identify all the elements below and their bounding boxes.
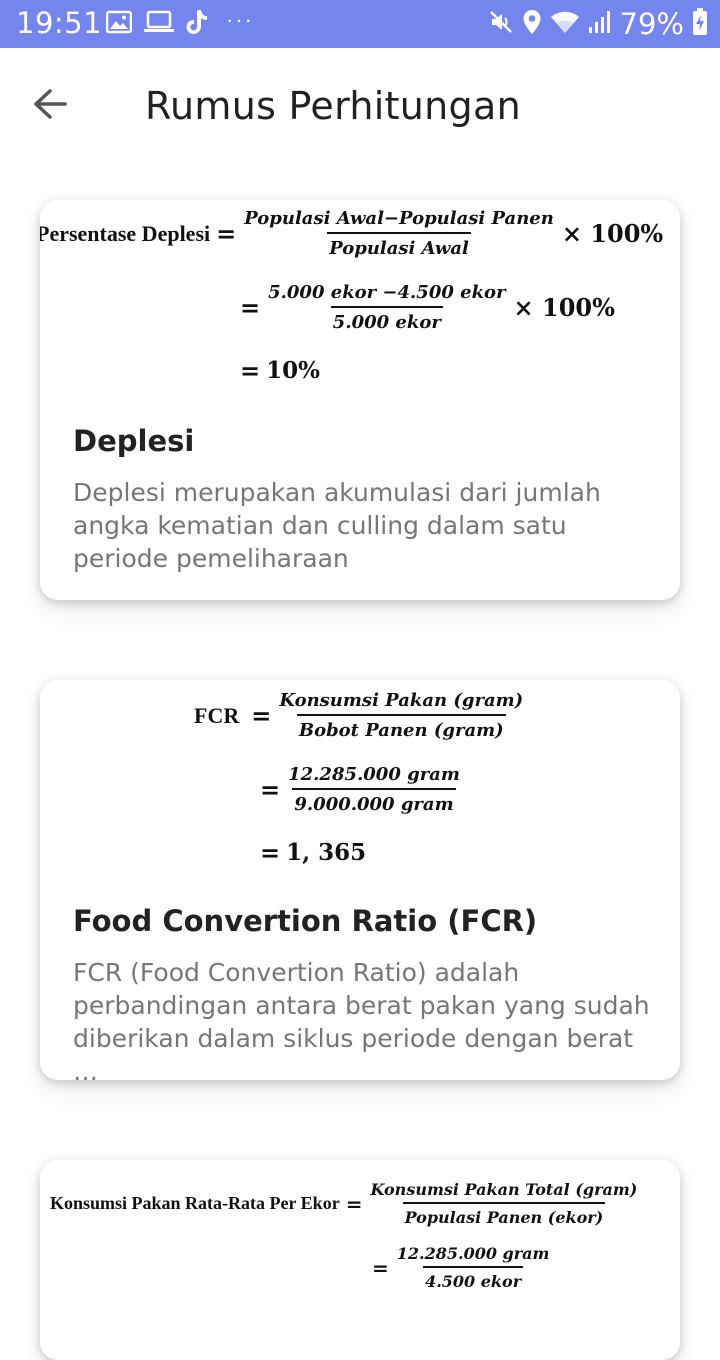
status-time: 19:51 — [16, 6, 103, 40]
back-arrow-icon — [32, 88, 68, 125]
formula-fraction: 12.285.000 gram 9.000.000 gram — [286, 764, 462, 815]
formula-result: 10% — [266, 357, 320, 384]
signal-icon — [588, 9, 612, 40]
status-notification-icons: ··· — [105, 7, 254, 40]
wifi-icon — [550, 9, 580, 40]
formula-card-fcr[interactable]: FCR = Konsumsi Pakan (gram) Bobot Panen … — [40, 680, 680, 1080]
formula-multiplier: × 100% — [561, 219, 664, 248]
status-bar: 19:51 ··· 79% — [0, 0, 720, 48]
battery-percentage: 79% — [619, 7, 684, 41]
formula-card-deplesi[interactable]: Persentase Deplesi = Populasi Awal−Popul… — [40, 200, 680, 600]
app-bar: Rumus Perhitungan — [0, 48, 720, 160]
formula-result: 1, 365 — [286, 839, 367, 866]
formula-fraction: 12.285.000 gram 4.500 ekor — [395, 1244, 552, 1291]
formula-fraction: Konsumsi Pakan (gram) Bobot Panen (gram) — [277, 690, 525, 741]
laptop-icon — [144, 10, 174, 39]
formula-image: Konsumsi Pakan Rata-Rata Per Ekor = Kons… — [50, 1180, 639, 1291]
card-description: Deplesi merupakan akumulasi dari jumlah … — [73, 478, 601, 573]
formula-numerator: Konsumsi Pakan (gram) — [279, 690, 524, 711]
gallery-icon — [105, 10, 133, 39]
formula-image: FCR = Konsumsi Pakan (gram) Bobot Panen … — [194, 690, 525, 867]
formula-numerator: 12.285.000 gram — [396, 1244, 550, 1263]
formula-label: Konsumsi Pakan Rata-Rata Per Ekor — [50, 1193, 340, 1213]
formula-fraction: Populasi Awal−Populasi Panen Populasi Aw… — [242, 208, 556, 259]
formula-denominator: Bobot Panen (gram) — [296, 714, 506, 741]
card-description: FCR (Food Convertion Ratio) adalah perba… — [73, 958, 650, 1080]
formula-fraction: 5.000 ekor −4.500 ekor 5.000 ekor — [266, 282, 507, 333]
formula-denominator: Populasi Awal — [327, 232, 471, 259]
formula-multiplier: × 100% — [513, 293, 615, 322]
status-system-icons: 79% — [488, 7, 708, 41]
formula-label: FCR — [194, 702, 240, 728]
formula-fraction: Konsumsi Pakan Total (gram) Populasi Pan… — [368, 1180, 639, 1227]
card-title: Food Convertion Ratio (FCR) — [73, 904, 538, 938]
formula-denominator: Populasi Panen (ekor) — [402, 1202, 606, 1227]
battery-charging-icon — [692, 7, 708, 41]
more-notifications-icon: ··· — [226, 7, 254, 32]
formula-denominator: 4.500 ekor — [423, 1266, 524, 1291]
formula-numerator: Konsumsi Pakan Total (gram) — [370, 1180, 638, 1199]
formula-numerator: Populasi Awal−Populasi Panen — [244, 208, 554, 229]
card-title: Deplesi — [73, 424, 195, 458]
formula-image: Persentase Deplesi = Populasi Awal−Popul… — [40, 200, 680, 410]
location-icon — [522, 9, 542, 40]
mute-icon — [488, 9, 514, 40]
tiktok-icon — [186, 9, 208, 40]
formula-numerator: 5.000 ekor −4.500 ekor — [268, 282, 506, 303]
formula-denominator: 9.000.000 gram — [292, 788, 456, 815]
formula-denominator: 5.000 ekor — [330, 306, 443, 333]
formula-label: Persentase Deplesi — [40, 220, 211, 246]
formula-card-konsumsi-pakan[interactable]: Konsumsi Pakan Rata-Rata Per Ekor = Kons… — [40, 1160, 680, 1360]
back-button[interactable] — [22, 78, 78, 134]
page-title: Rumus Perhitungan — [145, 84, 521, 128]
formula-numerator: 12.285.000 gram — [288, 764, 460, 785]
